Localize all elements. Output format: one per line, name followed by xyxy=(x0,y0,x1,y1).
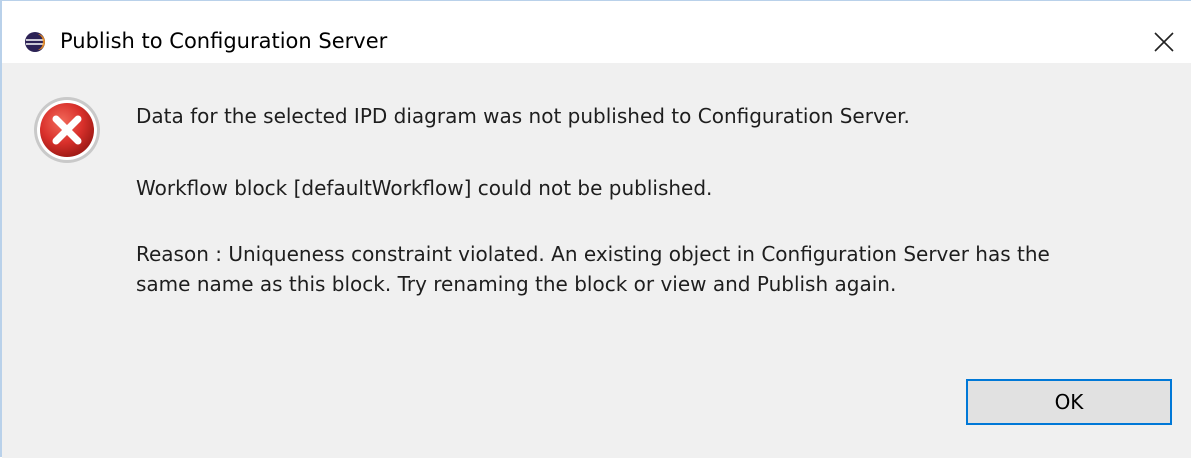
message-reason-line-1: Reason : Uniqueness constraint violated.… xyxy=(136,242,1050,266)
dialog-content: Data for the selected IPD diagram was no… xyxy=(2,63,1191,458)
message-detail: Workflow block [defaultWorkflow] could n… xyxy=(136,176,713,200)
message-summary: Data for the selected IPD diagram was no… xyxy=(136,104,910,128)
title-bar[interactable]: Publish to Configuration Server xyxy=(2,1,1191,63)
eclipse-icon xyxy=(24,31,46,53)
ok-button-label: OK xyxy=(1054,390,1084,414)
close-button[interactable] xyxy=(1142,21,1186,61)
error-icon xyxy=(32,95,102,165)
ok-button[interactable]: OK xyxy=(966,379,1172,425)
window-title: Publish to Configuration Server xyxy=(60,29,388,53)
close-icon xyxy=(1154,32,1174,52)
publish-dialog: Publish to Configuration Server Data for… xyxy=(0,0,1191,458)
message-reason-line-2: same name as this block. Try renaming th… xyxy=(136,272,897,296)
message-reason: Reason : Uniqueness constraint violated.… xyxy=(136,239,1050,299)
